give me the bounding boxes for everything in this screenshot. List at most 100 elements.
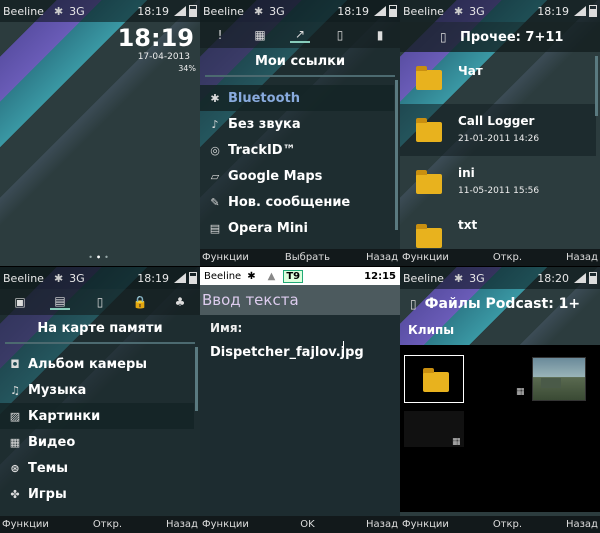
scrollbar[interactable]	[395, 80, 398, 230]
battery-icon	[589, 272, 597, 284]
operator-name: Beeline	[403, 4, 444, 18]
list-item-label: Bluetooth	[228, 90, 300, 106]
tab-shortcuts-icon[interactable]: ↗	[290, 27, 310, 43]
folder-header: ▯ Файлы Podcast: 1+	[400, 289, 600, 319]
list-item-label: Opera Mini	[228, 220, 308, 236]
softkey-center[interactable]: Откр.	[93, 519, 122, 530]
clock-date: 17-04-2013	[137, 52, 190, 62]
screenshot-grid: Beeline ✱ 3G 18:19 18:19 17-04-2013 34% …	[0, 0, 600, 533]
status-time: 18:19	[137, 271, 169, 285]
list-item[interactable]: ▱ Google Maps	[200, 163, 394, 189]
network-type: 3G	[69, 271, 85, 285]
list-item[interactable]: ◎ TrackID™	[200, 137, 394, 163]
trackid-icon: ◎	[210, 143, 220, 157]
folder-icon	[416, 66, 442, 90]
tab-device-icon[interactable]: ▣	[10, 295, 30, 309]
list-item[interactable]: ✱ Bluetooth	[200, 85, 394, 111]
home-screen: Beeline ✱ 3G 18:19 18:19 17-04-2013 34% …	[0, 0, 200, 266]
softkey-right[interactable]: Назад	[166, 519, 198, 530]
folder-icon	[416, 224, 442, 248]
phone-icon: ▯	[410, 297, 417, 311]
page-title: На карте памяти	[37, 321, 163, 336]
list-item[interactable]: ▤ Opera Mini	[200, 215, 394, 241]
tab-phone-icon[interactable]: ▯	[90, 295, 110, 309]
list-item-label: Музыка	[28, 382, 87, 398]
network-type: 3G	[69, 4, 85, 18]
softkey-right[interactable]: Назад	[566, 252, 598, 263]
status-bar: Beeline ✱ 3G 18:19	[0, 267, 200, 289]
scrollbar[interactable]	[195, 347, 198, 411]
list-item[interactable]: ♫ Музыка	[0, 377, 194, 403]
softkey-center[interactable]: Выбрать	[285, 252, 330, 263]
list-item[interactable]: ▦ Видео	[0, 429, 194, 455]
status-time: 12:15	[364, 270, 396, 282]
folder-row[interactable]: Чат	[400, 52, 596, 104]
bluetooth-icon: ✱	[453, 271, 464, 285]
tab-memory-card-icon[interactable]: ▤	[50, 294, 70, 310]
softkey-center[interactable]: Откр.	[493, 519, 522, 530]
tab-grid-icon[interactable]: ▦	[250, 28, 270, 42]
status-time: 18:20	[537, 271, 569, 285]
network-type: 3G	[469, 271, 485, 285]
folder-thumbnail[interactable]	[404, 355, 464, 403]
tab-alerts-icon[interactable]: !	[210, 28, 230, 42]
input-status-bar: Beeline ✱ ▲ T9 12:15	[200, 267, 400, 285]
folder-header: ▯ Прочее: 7+11	[400, 22, 600, 52]
games-icon: ✤	[10, 487, 20, 501]
list-item[interactable]: ⊛ Темы	[0, 455, 194, 481]
links-screen: Beeline ✱ 3G 18:19 ! ▦ ↗ ▯ ▮ Мои ссылки …	[200, 0, 400, 266]
status-time: 18:19	[537, 4, 569, 18]
list-item-label: Нов. сообщение	[228, 194, 351, 210]
folder-row[interactable]: Call Logger 21-01-2011 14:26	[400, 104, 596, 156]
list-item[interactable]: ✤ Игры	[0, 481, 194, 507]
list-item-label: Google Maps	[228, 168, 323, 184]
list-item-label: Темы	[28, 460, 69, 476]
list-item[interactable]: ◘ Альбом камеры	[0, 351, 194, 377]
list-item-label: Без звука	[228, 116, 301, 132]
signal-icon	[374, 6, 386, 16]
page-title: Мои ссылки	[254, 54, 346, 69]
list-item[interactable]: ✎ Нов. сообщение	[200, 189, 394, 215]
softkey-left[interactable]: Функции	[402, 252, 449, 263]
bluetooth-icon: ✱	[253, 4, 264, 18]
battery-percent: 34%	[178, 64, 196, 73]
softkey-right[interactable]: Назад	[366, 252, 398, 263]
softkey-left[interactable]: Функции	[202, 519, 249, 530]
signal-icon	[174, 6, 186, 16]
status-bar: Beeline ✱ 3G 18:19	[200, 0, 400, 22]
scrollbar[interactable]	[595, 56, 598, 116]
page-title: Ввод текста	[200, 285, 400, 315]
tab-device-icon[interactable]: ▮	[370, 28, 390, 42]
phone-icon: ▯	[440, 30, 447, 44]
tab-other-icon[interactable]: ♣	[170, 295, 190, 309]
softkey-bar: Функции OK Назад	[200, 516, 400, 533]
softkey-right[interactable]: Назад	[566, 519, 598, 530]
tab-phone-icon[interactable]: ▯	[330, 28, 350, 42]
folder-date: 21-01-2011 14:26	[458, 134, 540, 144]
list-item[interactable]: ♪ Без звука	[200, 111, 394, 137]
softkey-left[interactable]: Функции	[202, 252, 249, 263]
softkey-right[interactable]: Назад	[366, 519, 398, 530]
softkey-left[interactable]: Функции	[402, 519, 449, 530]
tab-lock-icon[interactable]: 🔒	[130, 295, 150, 309]
softkey-center[interactable]: OK	[300, 519, 314, 530]
operator-name: Beeline	[204, 270, 242, 282]
operator-name: Beeline	[203, 4, 244, 18]
battery-icon	[589, 5, 597, 17]
softkey-left[interactable]: Функции	[2, 519, 49, 530]
filename-input[interactable]: Dispetcher_fajlov.jpg	[210, 341, 364, 360]
softkey-center[interactable]: Откр.	[493, 252, 522, 263]
folder-icon	[423, 368, 449, 392]
video-thumbnail[interactable]	[532, 357, 586, 401]
lock-icon: ▲	[267, 270, 276, 282]
softkey-bar: Функции Откр. Назад	[0, 516, 200, 533]
music-icon: ♫	[10, 383, 20, 397]
battery-icon	[189, 5, 197, 17]
bluetooth-icon: ✱	[53, 271, 64, 285]
text-input-screen: Beeline ✱ ▲ T9 12:15 Ввод текста Имя: Di…	[200, 267, 400, 533]
pictures-icon: ▨	[9, 409, 21, 423]
folder-row[interactable]: ini 11-05-2011 15:56	[400, 156, 596, 208]
list-item[interactable]: ▨ Картинки	[0, 403, 194, 429]
operator-name: Beeline	[403, 271, 444, 285]
mute-icon: ♪	[211, 117, 219, 131]
